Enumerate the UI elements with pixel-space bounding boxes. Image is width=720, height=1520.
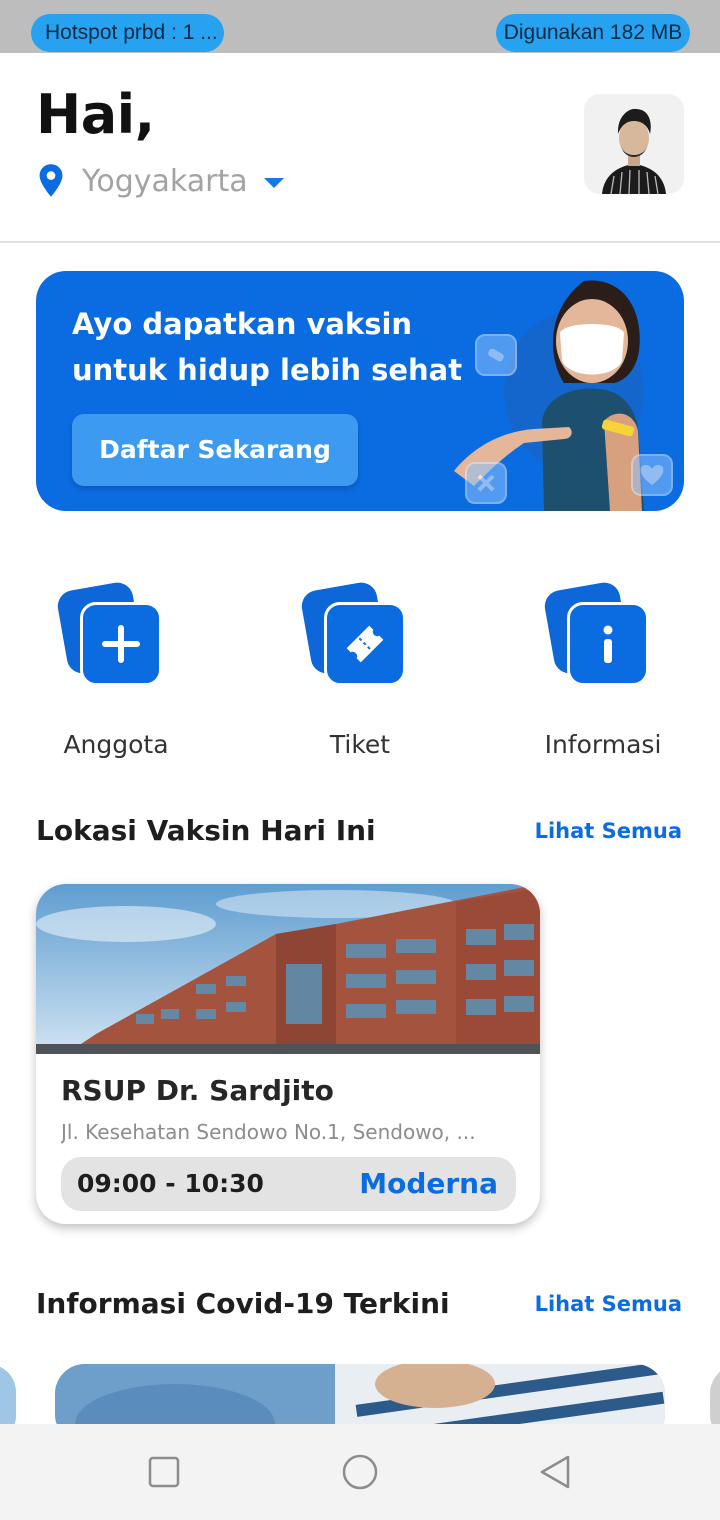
news-photo	[55, 1364, 665, 1424]
action-label: Anggota	[63, 730, 169, 759]
vaccine-banner: Ayo dapatkan vaksin untuk hidup lebih se…	[36, 271, 684, 511]
greeting-title: Hai,	[36, 83, 155, 146]
banner-illustration	[454, 280, 673, 511]
vaccine-type: Moderna	[359, 1167, 498, 1200]
ticket-icon	[299, 580, 420, 700]
action-label: Tiket	[329, 730, 391, 759]
avatar[interactable]	[584, 94, 684, 194]
status-bar: Hotspot prbd : 1 ... Digunakan 182 MB	[0, 0, 720, 53]
location-address: Jl. Kesehatan Sendowo No.1, Sendowo, ...	[61, 1120, 476, 1144]
news-card-prev[interactable]	[0, 1364, 16, 1424]
action-informasi[interactable]: Informasi	[523, 580, 683, 759]
hospital-photo	[36, 884, 540, 1054]
app-header: Hai, Yogyakarta	[0, 53, 720, 243]
news-carousel[interactable]	[0, 1364, 720, 1424]
see-all-locations-link[interactable]: Lihat Semua	[535, 819, 682, 843]
schedule-row: 09:00 - 10:30 Moderna	[61, 1157, 516, 1211]
vaccine-section-title: Lokasi Vaksin Hari Ini	[36, 814, 376, 847]
action-anggota[interactable]: Anggota	[36, 580, 196, 759]
caret-down-icon[interactable]	[263, 178, 284, 188]
action-tiket[interactable]: Tiket	[280, 580, 440, 759]
register-now-button[interactable]: Daftar Sekarang	[72, 414, 358, 486]
triangle-back-icon[interactable]	[536, 1452, 576, 1492]
data-usage-indicator: Digunakan 182 MB	[496, 14, 690, 52]
location-name: RSUP Dr. Sardjito	[61, 1074, 334, 1107]
square-recent-icon[interactable]	[144, 1452, 184, 1492]
news-card[interactable]	[55, 1364, 665, 1424]
covid-section-title: Informasi Covid-19 Terkini	[36, 1287, 450, 1320]
location-selector[interactable]: Yogyakarta	[36, 161, 284, 201]
avatar-photo	[584, 94, 684, 194]
info-icon	[542, 580, 663, 700]
location-name: Yogyakarta	[82, 163, 248, 199]
action-label: Informasi	[544, 730, 662, 759]
schedule-time: 09:00 - 10:30	[77, 1169, 264, 1198]
circle-home-icon[interactable]	[340, 1452, 380, 1492]
system-nav-bar	[0, 1424, 720, 1520]
see-all-news-link[interactable]: Lihat Semua	[535, 1292, 682, 1316]
location-pin-icon	[39, 164, 63, 197]
plus-icon	[55, 580, 176, 700]
news-card-next[interactable]	[710, 1364, 720, 1424]
hotspot-indicator: Hotspot prbd : 1 ...	[31, 14, 224, 52]
location-card[interactable]: RSUP Dr. Sardjito Jl. Kesehatan Sendowo …	[36, 884, 540, 1224]
